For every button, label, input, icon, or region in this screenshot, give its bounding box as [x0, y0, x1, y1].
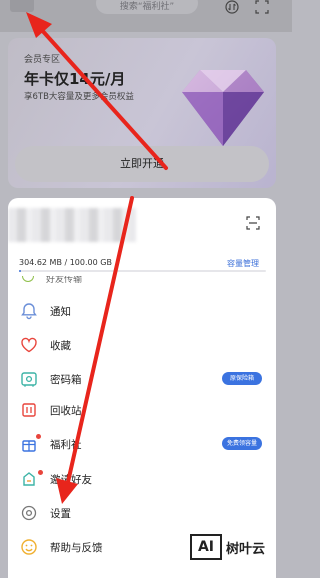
menu-item-settings[interactable]: 设置 — [8, 498, 276, 528]
safe-icon — [21, 372, 37, 387]
menu-label-notifications: 通知 — [50, 306, 71, 318]
open-vip-button[interactable]: 立即开通 — [15, 146, 269, 182]
menu-item-notifications[interactable]: 通知 — [8, 296, 276, 326]
menu-label-help-feedback: 帮助与反馈 — [50, 542, 103, 554]
transfer-icon[interactable] — [224, 0, 240, 14]
watermark-text: 树叶云 — [226, 542, 266, 557]
vip-description: 享6TB大容量及更多会员权益 — [24, 92, 134, 102]
safe-badge: 原保险箱 — [222, 372, 262, 385]
vip-card: 会员专区 年卡仅14元/月 享6TB大容量及更多会员权益 立即开通 — [8, 38, 276, 188]
search-input[interactable]: 搜索“福利社” — [96, 0, 198, 14]
scan-qr-icon[interactable] — [246, 216, 260, 230]
menu-label-settings: 设置 — [50, 508, 71, 520]
menu-label-welfare: 福利社 — [50, 439, 82, 451]
scan-icon[interactable] — [254, 0, 270, 14]
gear-icon — [21, 505, 37, 521]
menu-item-invite-friends[interactable]: 邀请好友 — [8, 464, 276, 494]
notification-dot — [38, 470, 43, 475]
account-menu-sheet: 304.62 MB / 100.00 GB 容量管理 好友传输 通知 收藏 密码… — [8, 198, 276, 578]
storage-usage-text: 304.62 MB / 100.00 GB — [19, 258, 112, 267]
menu-item-favorites[interactable]: 收藏 — [8, 330, 276, 360]
vip-price-title: 年卡仅14元/月 — [24, 70, 126, 88]
invite-icon — [23, 472, 35, 486]
vip-zone-label: 会员专区 — [24, 55, 61, 65]
menu-label-password-box: 密码箱 — [50, 374, 82, 386]
storage-progress-fill — [19, 270, 22, 272]
free-storage-badge: 免费领容量 — [222, 437, 262, 450]
heart-icon — [21, 337, 37, 353]
diamond-icon — [182, 70, 264, 154]
smile-icon — [21, 539, 37, 555]
storage-manage-link[interactable]: 容量管理 — [227, 258, 259, 269]
menu-label-recycle-bin: 回收站 — [50, 405, 82, 417]
notification-dot — [36, 434, 41, 439]
watermark: AI 树叶云 — [190, 534, 290, 564]
menu-item-password-box[interactable]: 密码箱 原保险箱 — [8, 364, 276, 394]
transfer-icon — [22, 276, 34, 282]
blurred-username — [8, 208, 136, 242]
menu-item-welfare[interactable]: 福利社 免费领容量 — [8, 429, 276, 459]
gift-icon — [22, 440, 36, 452]
menu-item-partial[interactable]: 好友传输 — [22, 276, 132, 288]
watermark-logo: AI — [190, 534, 222, 560]
menu-label-favorites: 收藏 — [50, 340, 71, 352]
menu-label-invite-friends: 邀请好友 — [50, 474, 92, 486]
bell-icon — [21, 303, 37, 320]
top-bar: 搜索“福利社” — [0, 0, 292, 32]
avatar[interactable] — [10, 0, 34, 12]
storage-progress-bar — [19, 270, 266, 272]
menu-item-recycle-bin[interactable]: 回收站 — [8, 395, 276, 425]
trash-icon — [22, 403, 36, 417]
